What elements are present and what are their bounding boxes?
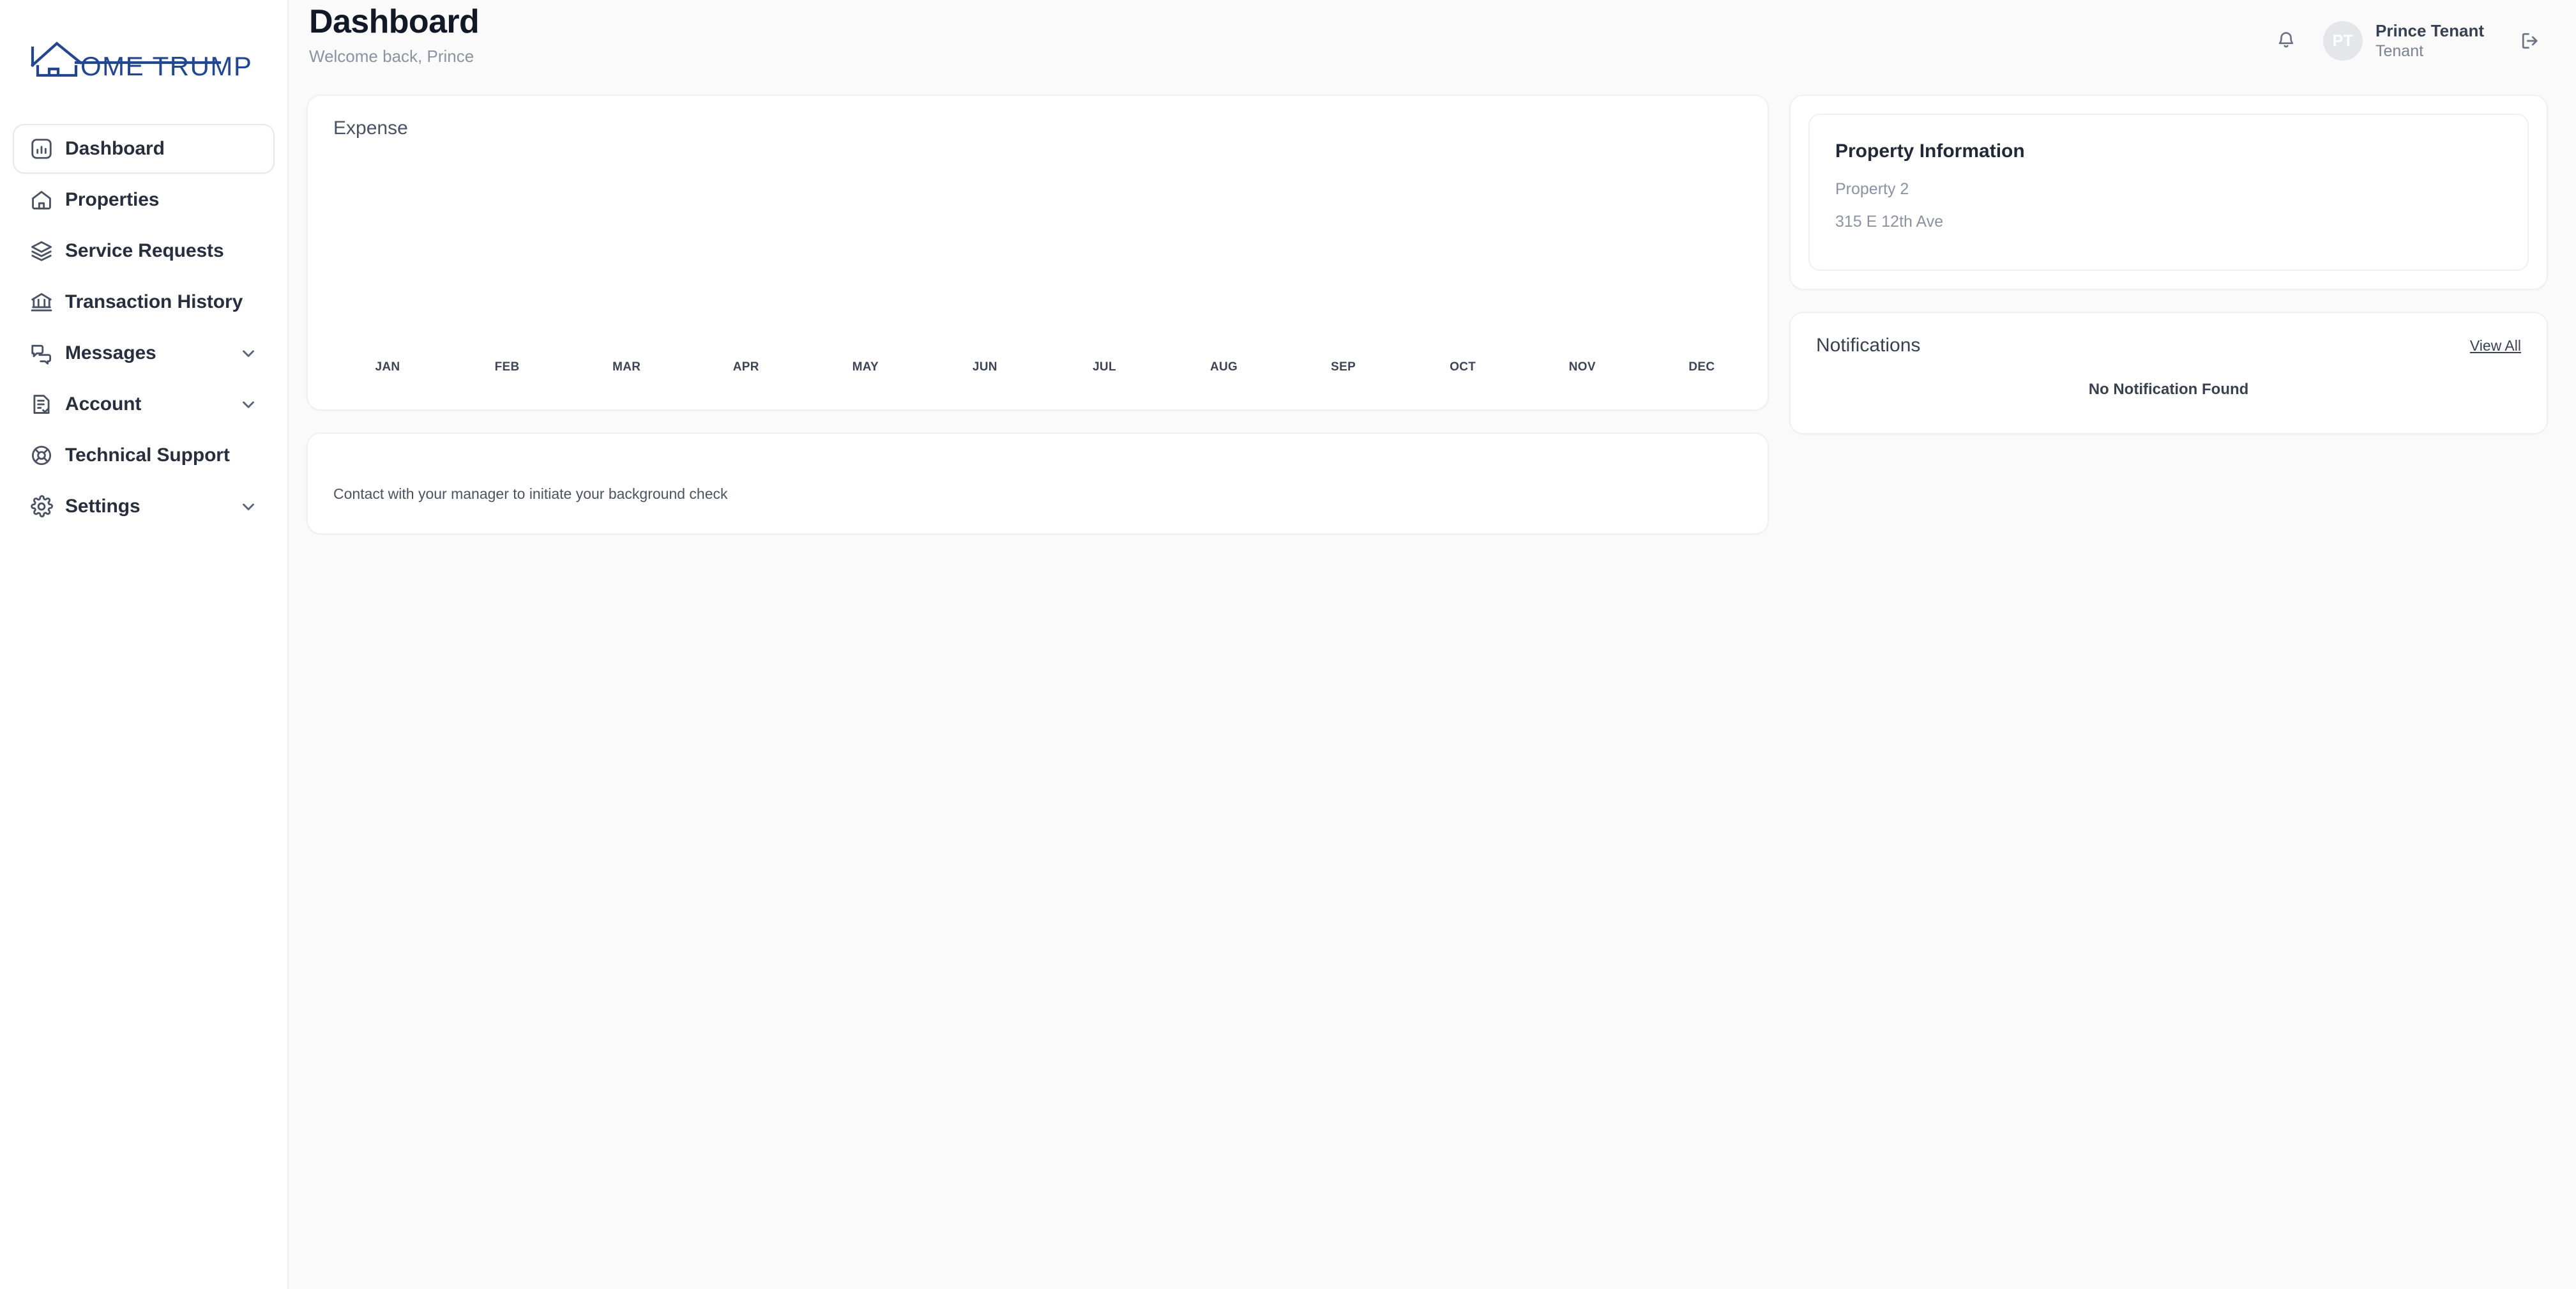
expense-chart: JAN FEB MAR APR MAY JUN JUL AUG SEP OCT … (333, 157, 1742, 409)
right-column: Property Information Property 2 315 E 12… (1789, 95, 2548, 434)
chart-plot-area (333, 157, 1742, 355)
svg-text:OME TRUMPETER: OME TRUMPETER (80, 51, 253, 77)
sidebar-item-messages[interactable]: Messages (13, 328, 275, 378)
notifications-card: Notifications View All No Notification F… (1789, 312, 2548, 434)
document-check-icon (29, 392, 65, 416)
page-subtitle: Welcome back, Prince (309, 47, 474, 66)
x-axis-tick: MAR (612, 360, 641, 374)
sidebar: OME TRUMPETER Dashboard (0, 0, 289, 1289)
property-address: 315 E 12th Ave (1835, 213, 1944, 231)
notifications-header: Notifications View All (1816, 335, 2521, 356)
sidebar-item-transaction-history[interactable]: Transaction History (13, 277, 275, 327)
topbar-actions: PT Prince Tenant Tenant (2266, 0, 2548, 61)
x-axis-tick: DEC (1688, 360, 1715, 374)
sidebar-item-label: Transaction History (65, 291, 243, 312)
x-axis-tick: SEP (1331, 360, 1356, 374)
topbar: Dashboard Welcome back, Prince PT Prince… (289, 0, 2576, 83)
dashboard-page: OME TRUMPETER Dashboard (0, 0, 2576, 1289)
x-axis-tick: JUN (972, 360, 997, 374)
chevron-down-icon[interactable] (239, 344, 258, 363)
left-column: Expense JAN FEB MAR APR MAY JUN JUL AUG (307, 95, 1769, 535)
notifications-empty-message: No Notification Found (2088, 381, 2249, 398)
sidebar-item-label: Account (65, 393, 142, 415)
sidebar-item-service-requests[interactable]: Service Requests (13, 226, 275, 276)
x-axis-tick: MAY (852, 360, 879, 374)
sidebar-nav: Dashboard Properties Service Requests Tr… (0, 124, 287, 531)
x-axis-tick: FEB (494, 360, 520, 374)
x-axis-tick: NOV (1568, 360, 1596, 374)
page-title: Dashboard (309, 3, 480, 40)
sidebar-item-technical-support[interactable]: Technical Support (13, 431, 275, 480)
chevron-down-icon[interactable] (239, 497, 258, 516)
page-heading: Dashboard Welcome back, Prince (309, 0, 480, 66)
user-role: Tenant (2375, 42, 2424, 60)
sidebar-item-label: Messages (65, 342, 156, 363)
avatar[interactable]: PT (2322, 21, 2363, 61)
home-icon (29, 188, 65, 212)
property-name: Property 2 (1835, 180, 1909, 198)
chat-bubbles-icon (29, 341, 65, 365)
sidebar-item-label: Settings (65, 496, 140, 517)
background-check-message: Contact with your manager to initiate yo… (333, 485, 728, 502)
user-meta: Prince Tenant Tenant (2375, 20, 2484, 61)
logout-icon[interactable] (2512, 23, 2548, 59)
app-logo[interactable]: OME TRUMPETER (0, 0, 287, 121)
view-all-link[interactable]: View All (2470, 337, 2521, 355)
sidebar-item-label: Dashboard (65, 138, 165, 159)
bank-icon (29, 290, 65, 314)
x-axis-tick: JUL (1093, 360, 1116, 374)
sidebar-item-label: Technical Support (65, 445, 230, 466)
lifebuoy-icon (29, 443, 65, 468)
background-check-card: Contact with your manager to initiate yo… (307, 432, 1769, 535)
sidebar-item-label: Service Requests (65, 240, 224, 261)
bell-icon[interactable] (2266, 20, 2307, 61)
x-axis-tick: JAN (375, 360, 400, 374)
layers-icon (29, 239, 65, 263)
sidebar-item-account[interactable]: Account (13, 379, 275, 429)
main-content: Dashboard Welcome back, Prince PT Prince… (289, 0, 2576, 1289)
expense-card-title: Expense (333, 118, 408, 139)
x-axis-tick: OCT (1450, 360, 1476, 374)
sidebar-item-dashboard[interactable]: Dashboard (13, 124, 275, 174)
expense-card: Expense JAN FEB MAR APR MAY JUN JUL AUG (307, 95, 1769, 411)
bar-chart-box-icon (29, 137, 65, 161)
sidebar-item-label: Properties (65, 189, 160, 210)
x-axis-tick: APR (732, 360, 759, 374)
property-information-title: Property Information (1835, 141, 2025, 162)
user-name: Prince Tenant (2375, 21, 2484, 41)
notifications-title: Notifications (1816, 335, 1921, 356)
sidebar-item-settings[interactable]: Settings (13, 482, 275, 531)
gear-icon (29, 494, 65, 519)
property-information-card: Property Information Property 2 315 E 12… (1789, 95, 2548, 290)
chart-x-axis: JAN FEB MAR APR MAY JUN JUL AUG SEP OCT … (359, 360, 1731, 374)
x-axis-tick: AUG (1209, 360, 1238, 374)
property-information-inner: Property Information Property 2 315 E 12… (1808, 114, 2529, 271)
content-grid: Expense JAN FEB MAR APR MAY JUN JUL AUG (289, 83, 2576, 535)
sidebar-item-properties[interactable]: Properties (13, 175, 275, 225)
chevron-down-icon[interactable] (239, 395, 258, 414)
